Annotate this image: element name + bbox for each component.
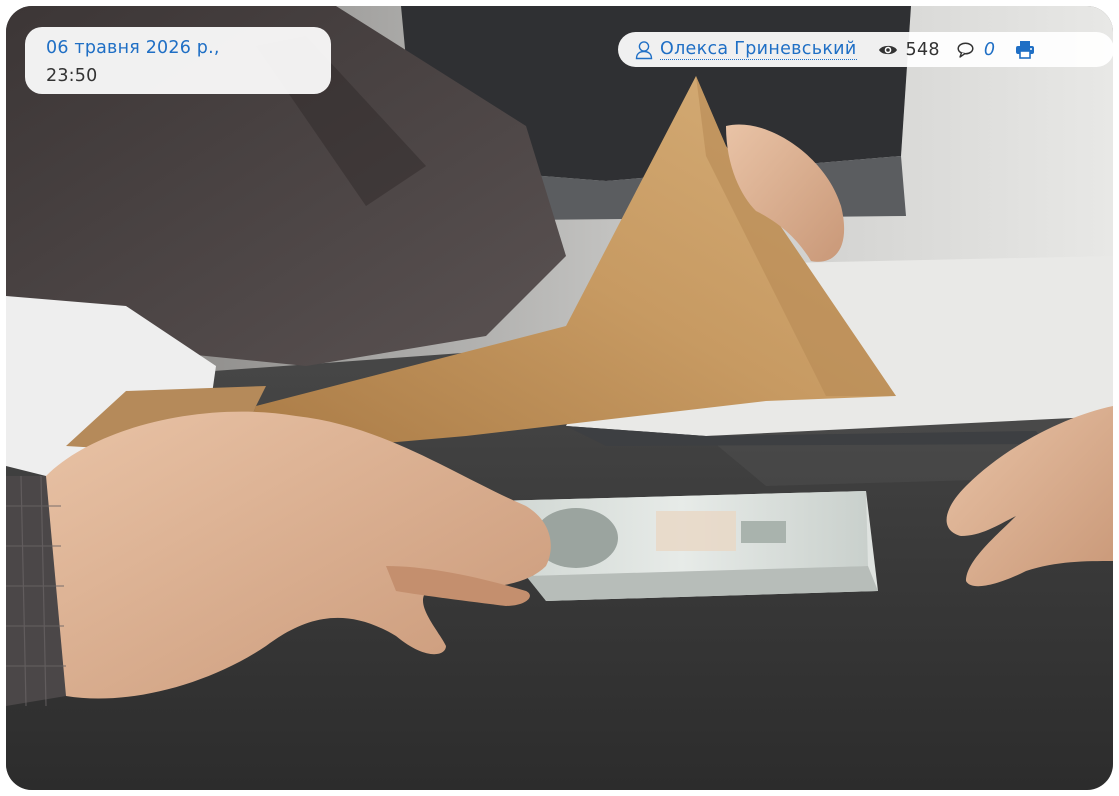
article-card: 06 травня 2026 р., 23:50 Олекса Гриневсь… bbox=[6, 6, 1113, 790]
comment-bubble-icon bbox=[957, 41, 974, 58]
author-link[interactable]: Олекса Гриневський bbox=[660, 39, 857, 60]
print-icon[interactable] bbox=[1015, 40, 1035, 59]
post-date: 06 травня 2026 р., bbox=[46, 38, 220, 58]
user-icon bbox=[635, 40, 653, 59]
comments-count-link[interactable]: 0 bbox=[984, 40, 995, 60]
post-time: 23:50 bbox=[46, 66, 98, 86]
eye-icon bbox=[878, 45, 897, 54]
post-meta-bar: Олекса Гриневський 548 0 bbox=[618, 32, 1113, 67]
views-count: 548 bbox=[905, 39, 940, 60]
post-date-badge: 06 травня 2026 р., 23:50 bbox=[25, 27, 331, 94]
article-photo bbox=[6, 6, 1113, 790]
